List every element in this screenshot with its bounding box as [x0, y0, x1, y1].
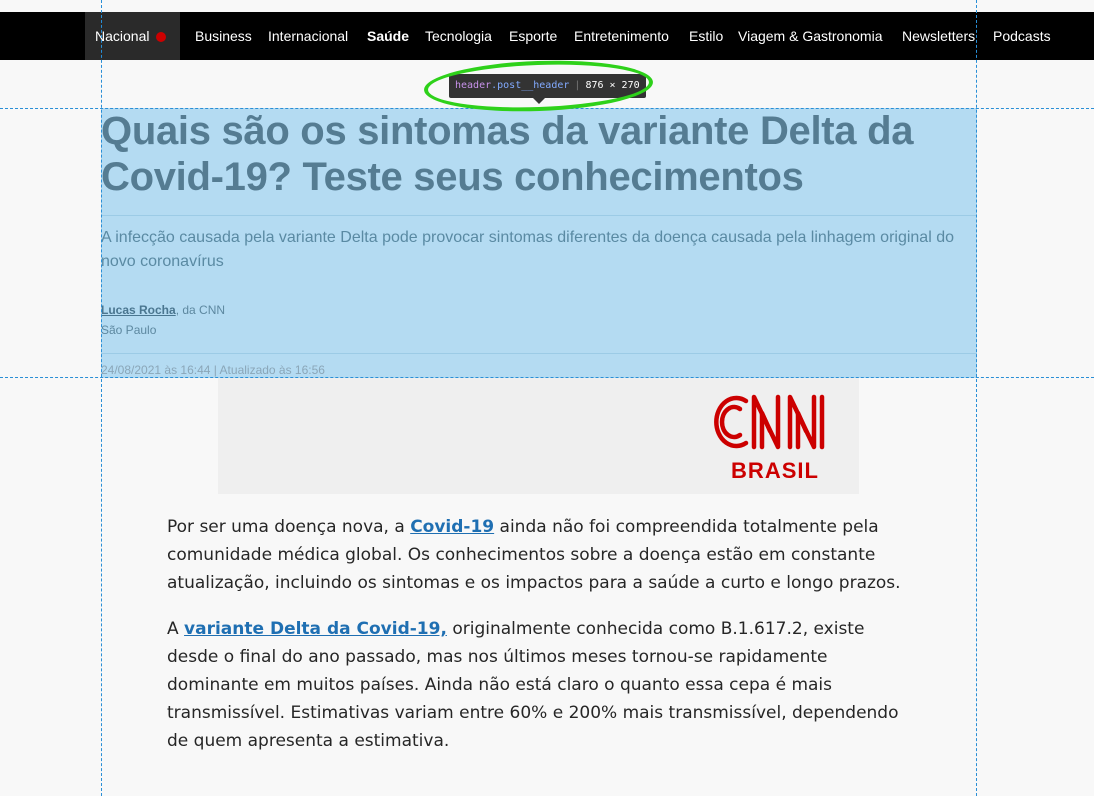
nav-item-business[interactable]: Business: [195, 12, 252, 60]
header-divider: [101, 215, 977, 216]
cnn-logo-icon: [714, 394, 825, 450]
nav-item-nacional[interactable]: Nacional: [95, 12, 167, 60]
top-navigation: Nacional Business Internacional Saúde Te…: [0, 12, 1094, 60]
cnn-brasil-wordmark: BRASIL: [731, 458, 819, 483]
article-title: Quais são os sintomas da variante Delta …: [101, 109, 914, 199]
byline: Lucas Rocha, da CNN: [101, 302, 225, 319]
annotation-circle: [423, 57, 654, 115]
variante-delta-link[interactable]: variante Delta da Covid-19,: [184, 619, 447, 639]
inspect-guide-right: [976, 0, 977, 796]
live-indicator-icon: [156, 32, 167, 42]
byline-location: São Paulo: [101, 323, 157, 337]
nav-item-saude[interactable]: Saúde: [367, 12, 409, 60]
nav-item-tecnologia[interactable]: Tecnologia: [425, 12, 492, 60]
covid-19-link[interactable]: Covid-19: [410, 517, 494, 537]
nav-item-estilo[interactable]: Estilo: [689, 12, 723, 60]
nav-item-entretenimento[interactable]: Entretenimento: [574, 12, 669, 60]
article-paragraph: Por ser uma doença nova, a Covid-19 aind…: [167, 517, 901, 593]
nav-item-newsletters[interactable]: Newsletters: [902, 12, 975, 60]
nav-item-internacional[interactable]: Internacional: [268, 12, 348, 60]
article-subtitle: A infecção causada pela variante Delta p…: [101, 229, 954, 270]
author-suffix: , da CNN: [175, 303, 226, 317]
author-link[interactable]: Lucas Rocha: [101, 303, 176, 317]
nav-item-esporte[interactable]: Esporte: [509, 12, 557, 60]
article-paragraph: A variante Delta da Covid-19, originalme…: [167, 619, 899, 751]
header-divider-bottom: [101, 353, 977, 354]
nav-item-podcasts[interactable]: Podcasts: [993, 12, 1051, 60]
inspect-guide-left: [101, 0, 102, 796]
nav-item-viagem-gastronomia[interactable]: Viagem & Gastronomia: [738, 12, 882, 60]
